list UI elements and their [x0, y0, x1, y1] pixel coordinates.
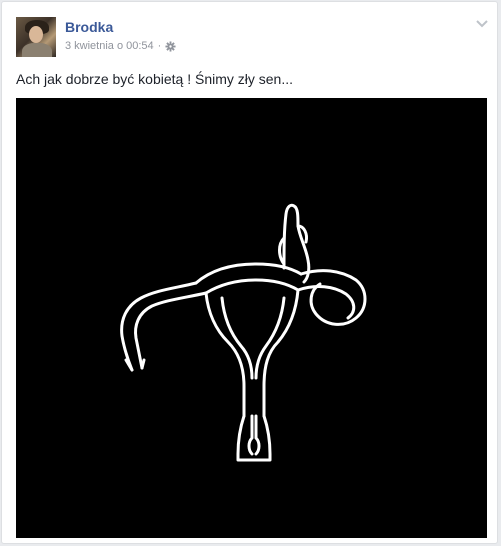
uterus-middle-finger-outline-icon: [120, 203, 367, 462]
avatar-body: [22, 43, 52, 57]
avatar-face: [29, 26, 43, 43]
post-timestamp[interactable]: 3 kwietnia o 00:54: [65, 40, 154, 52]
chevron-down-icon[interactable]: [475, 16, 489, 30]
author-name[interactable]: Brodka: [65, 19, 113, 35]
gear-icon[interactable]: [165, 40, 176, 52]
post-photo[interactable]: [16, 98, 487, 538]
author-avatar[interactable]: [16, 17, 56, 57]
post-meta: 3 kwietnia o 00:54 ·: [65, 40, 176, 52]
meta-separator: ·: [157, 40, 162, 52]
feed-post: Brodka 3 kwietnia o 00:54 · Ach jak dobr…: [1, 1, 498, 544]
post-text: Ach jak dobrze być kobietą ! Śnimy zły s…: [16, 71, 294, 87]
